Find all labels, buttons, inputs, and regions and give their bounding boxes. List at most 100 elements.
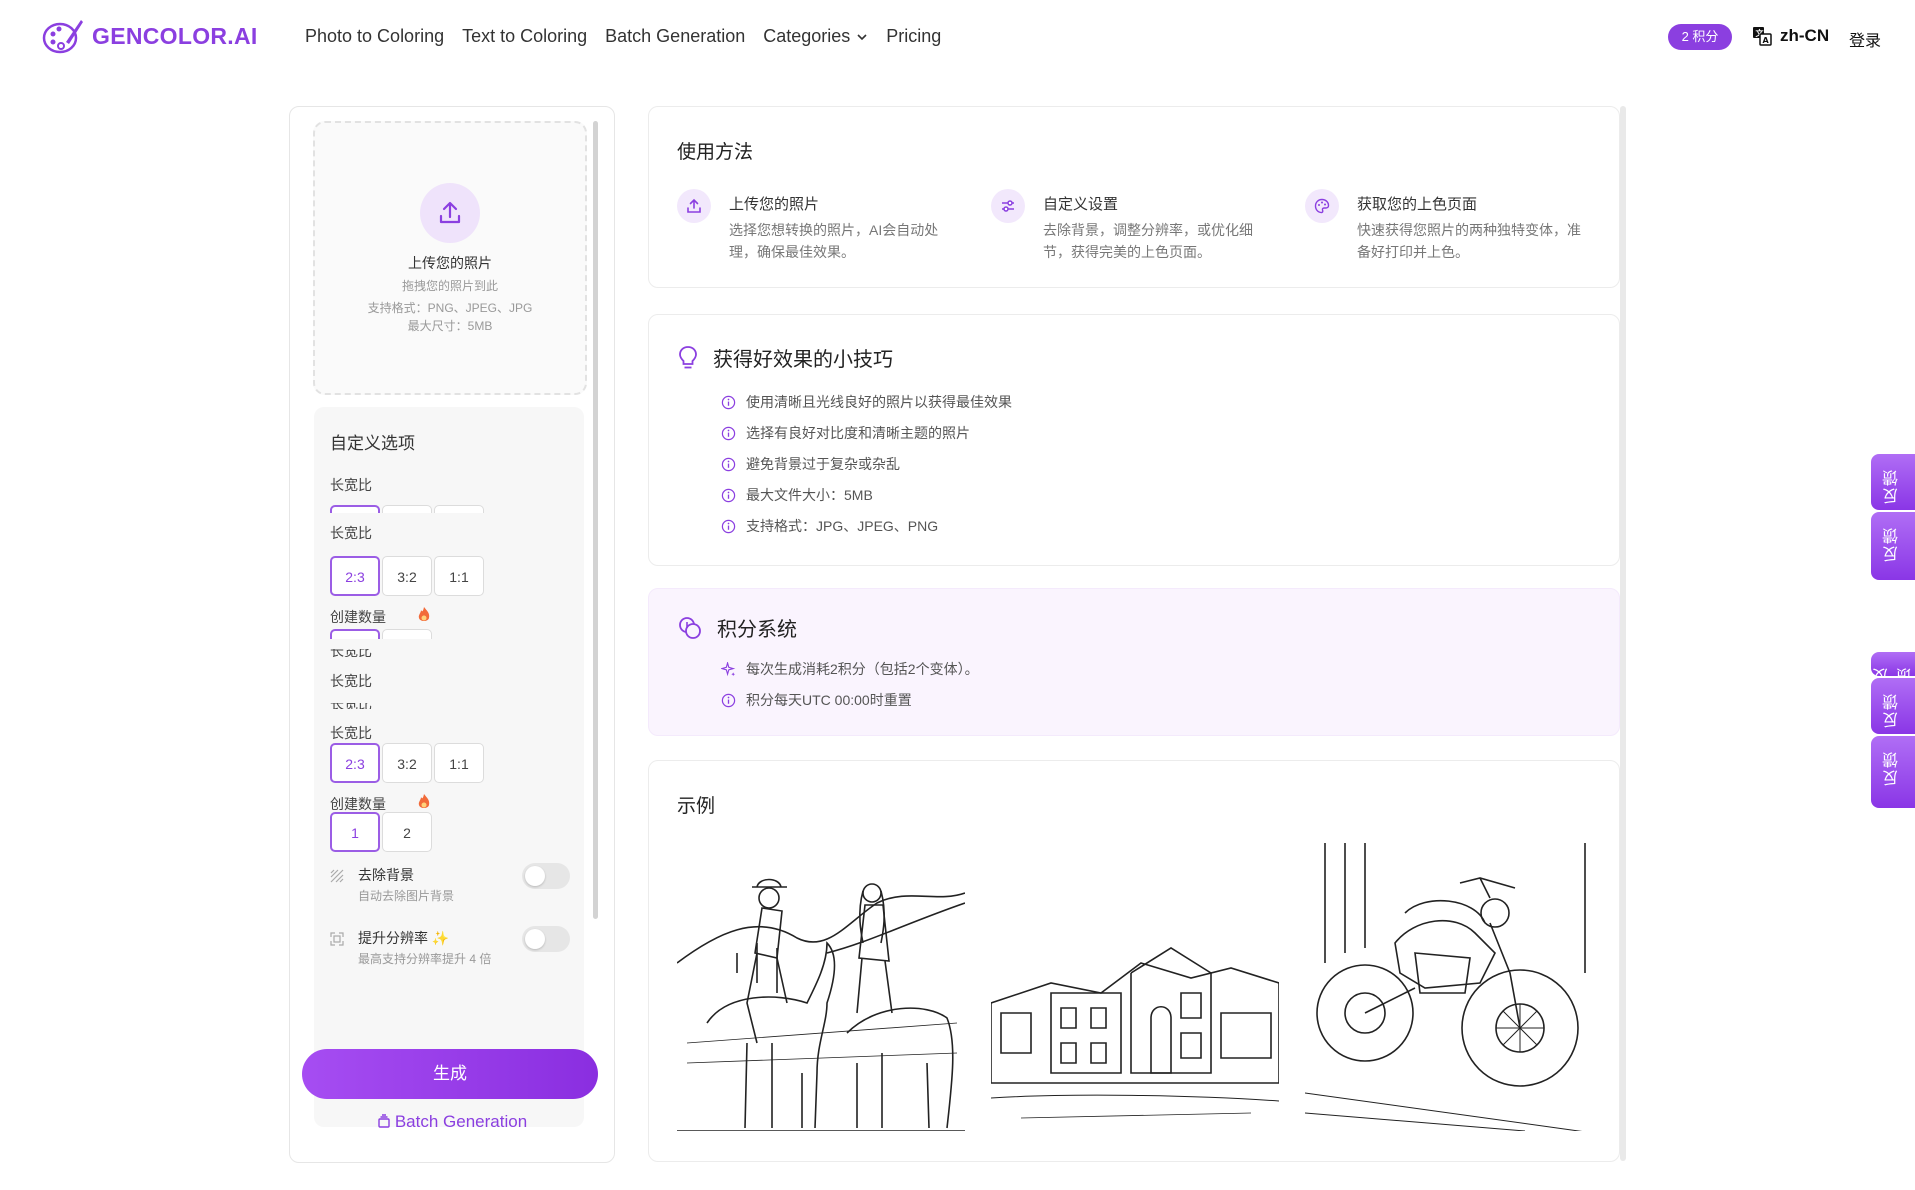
count-option-1[interactable]: 1 (330, 812, 380, 852)
count-ghost-row (330, 629, 530, 639)
remove-background-label: 去除背景 (358, 867, 414, 883)
tip-item: 避免背景过于复杂或杂乱 (721, 454, 900, 474)
info-icon (721, 395, 736, 409)
example-image-motorcycle[interactable] (1305, 843, 1593, 1131)
options-title: 自定义选项 (330, 434, 415, 453)
feedback-tab[interactable]: 反馈 (1871, 736, 1915, 808)
feedback-tab[interactable]: 反馈 (1871, 652, 1915, 676)
aspect-ratio-label-ghost: 长宽比 (330, 703, 372, 709)
aspect-option-2-3[interactable]: 2:3 (330, 556, 380, 596)
aspect-ratio-label-ghost: 长宽比 (330, 649, 372, 657)
coins-icon (679, 616, 701, 639)
aspect-option-ghost (434, 505, 484, 513)
nav-categories[interactable]: Categories (763, 26, 868, 47)
points-item: 每次生成消耗2积分（包括2个变体）。 (721, 659, 979, 679)
remove-background-toggle[interactable] (522, 863, 570, 889)
login-link[interactable]: 登录 (1849, 27, 1881, 51)
aspect-option-ghost (382, 505, 432, 513)
points-title: 积分系统 (717, 619, 797, 641)
aspect-option-2-3[interactable]: 2:3 (330, 743, 380, 783)
how-to-title: 使用方法 (677, 142, 754, 163)
language-switcher[interactable]: 文 A zh-CN (1752, 26, 1829, 46)
upload-formats: 支持格式：PNG、JPEG、JPG (367, 301, 533, 315)
logo[interactable]: GENCOLOR.AI (42, 16, 258, 56)
tip-item: 选择有良好对比度和清晰主题的照片 (721, 423, 970, 443)
aspect-ratio-label: 长宽比 (330, 477, 372, 493)
aspect-ratio-label: 长宽比 (330, 525, 372, 541)
tip-item: 使用清晰且光线良好的照片以获得最佳效果 (721, 392, 1012, 412)
logo-text: GENCOLOR.AI (92, 22, 258, 49)
examples-title: 示例 (677, 796, 716, 817)
points-item: 积分每天UTC 00:00时重置 (721, 690, 912, 710)
svg-text:A: A (1763, 36, 1770, 45)
feedback-tab[interactable]: 反馈 (1871, 454, 1915, 510)
aspect-ratio-label: 长宽比 (330, 725, 372, 741)
remove-background-icon (330, 869, 344, 883)
content-scrollbar[interactable] (1620, 106, 1626, 1161)
left-control-panel: 上传您的照片 拖拽您的照片到此 支持格式：PNG、JPEG、JPG 最大尺寸：5… (289, 106, 615, 1163)
remove-background-sub: 自动去除图片背景 (358, 889, 455, 903)
points-text: 积分每天UTC 00:00时重置 (746, 692, 912, 708)
count-option-ghost (330, 629, 380, 639)
sparkle-icon (721, 661, 736, 676)
points-text: 每次生成消耗2积分（包括2个变体）。 (746, 661, 979, 677)
nav-photo-to-coloring[interactable]: Photo to Coloring (305, 26, 444, 47)
feedback-tab-label: 反馈 (1884, 750, 1901, 786)
nav-pricing[interactable]: Pricing (886, 26, 941, 47)
hot-badge-icon (418, 607, 430, 621)
upscale-toggle[interactable] (522, 926, 570, 952)
tips-header: 获得好效果的小技巧 (677, 343, 893, 372)
points-card: 积分系统 每次生成消耗2积分（包括2个变体）。 积分每天UTC 00:00时重置 (648, 588, 1620, 736)
aspect-option-3-2[interactable]: 3:2 (382, 556, 432, 596)
translate-icon: 文 A (1753, 27, 1772, 46)
example-image-house[interactable] (991, 843, 1279, 1131)
nav-batch-generation[interactable]: Batch Generation (605, 26, 745, 47)
credits-badge[interactable]: 2 积分 (1668, 24, 1732, 50)
upscale-label: 提升分辨率 ✨ (358, 930, 450, 946)
hot-badge-icon (418, 794, 430, 808)
count-option-ghost (382, 629, 432, 639)
palette-icon (1305, 189, 1339, 223)
step-title: 自定义设置 (1043, 196, 1119, 213)
step-title: 获取您的上色页面 (1357, 196, 1478, 213)
step-desc: 选择您想转换的照片，AI会自动处理，确保最佳效果。 (729, 222, 939, 260)
count-label: 创建数量 (330, 796, 386, 812)
upload-title: 上传您的照片 (408, 255, 492, 271)
lightbulb-icon (679, 345, 697, 368)
upscale-sub: 最高支持分辨率提升 4 倍 (358, 952, 492, 966)
upload-icon-circle (420, 183, 480, 243)
tip-item: 最大文件大小：5MB (721, 485, 873, 505)
generate-button[interactable]: 生成 (302, 1049, 598, 1099)
feedback-tab-label: 反馈 (1884, 526, 1901, 562)
batch-generation-label: Batch Generation (394, 1112, 528, 1131)
batch-generation-link[interactable]: Batch Generation (290, 1112, 614, 1132)
step-title: 上传您的照片 (729, 196, 820, 213)
upload-max-size: 最大尺寸：5MB (407, 319, 493, 333)
aspect-option-1-1[interactable]: 1:1 (434, 556, 484, 596)
aspect-option-3-2[interactable]: 3:2 (382, 743, 432, 783)
nav-text-to-coloring[interactable]: Text to Coloring (462, 26, 587, 47)
aspect-option-1-1[interactable]: 1:1 (434, 743, 484, 783)
tip-text: 最大文件大小：5MB (746, 487, 873, 503)
upload-drag-hint: 拖拽您的照片到此 (401, 279, 498, 293)
upscale-icon (330, 932, 344, 946)
info-icon (721, 426, 736, 440)
language-label: zh-CN (1780, 26, 1830, 45)
feedback-tab-label: 反馈 (1884, 692, 1901, 728)
step-desc: 去除背景，调整分辨率，或优化细节，获得完美的上色页面。 (1043, 222, 1253, 260)
aspect-option-ghost (330, 505, 380, 513)
example-image-riders[interactable] (677, 843, 965, 1131)
feedback-tab[interactable]: 反馈 (1871, 512, 1915, 580)
palette-logo-icon (42, 20, 83, 54)
info-icon (721, 693, 736, 707)
count-label: 创建数量 (330, 609, 386, 625)
chevron-down-icon (857, 33, 867, 40)
upload-dropzone[interactable]: 上传您的照片 拖拽您的照片到此 支持格式：PNG、JPEG、JPG 最大尺寸：5… (313, 121, 587, 395)
aspect-ratio-ghost-row (330, 505, 530, 513)
count-option-2[interactable]: 2 (382, 812, 432, 852)
left-panel-scrollbar[interactable] (593, 121, 598, 919)
feedback-tab[interactable]: 反馈 (1871, 678, 1915, 734)
tip-text: 支持格式：JPG、JPEG、PNG (746, 518, 939, 534)
tips-title: 获得好效果的小技巧 (713, 349, 893, 371)
stack-icon (378, 1114, 390, 1128)
